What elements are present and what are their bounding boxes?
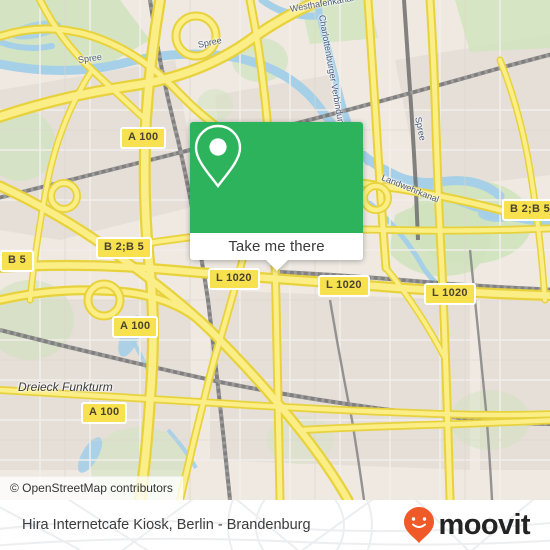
take-me-there-label: Take me there: [228, 238, 325, 255]
osm-attribution[interactable]: © OpenStreetMap contributors: [0, 476, 183, 500]
place-label: Dreieck Funkturm: [18, 380, 113, 394]
callout-tail: [265, 260, 288, 271]
road-shield: L 1020: [424, 283, 476, 305]
road-shield: A 100: [112, 316, 159, 338]
moovit-wordmark: moovit: [438, 508, 531, 541]
moovit-brand[interactable]: moovit: [402, 500, 531, 550]
road-shield: A 100: [81, 402, 128, 424]
moovit-map-screenshot: Spree Spree Spree Westhafenkanal Charlottenb…: [0, 0, 550, 550]
road-shield: L 1020: [208, 268, 260, 290]
road-shield: B 2;B 5: [502, 199, 550, 221]
footer-bar: Hira Internetcafe Kiosk, Berlin - Brande…: [0, 500, 550, 550]
callout-footer[interactable]: Take me there: [190, 233, 363, 271]
map-canvas[interactable]: Spree Spree Spree Westhafenkanal Charlottenb…: [0, 0, 550, 500]
road-shield: B 2;B 5: [96, 237, 152, 259]
map-pin-icon: [194, 124, 242, 188]
page-title: Hira Internetcafe Kiosk, Berlin - Brande…: [22, 517, 311, 533]
road-shield: B 5: [0, 250, 35, 272]
road-shield: A 100: [120, 127, 167, 149]
road-shield: L 1020: [318, 275, 370, 297]
moovit-smiley-pin-icon: [403, 507, 434, 543]
location-callout-card[interactable]: Take me there: [190, 122, 363, 271]
callout-green-panel: [190, 122, 363, 233]
